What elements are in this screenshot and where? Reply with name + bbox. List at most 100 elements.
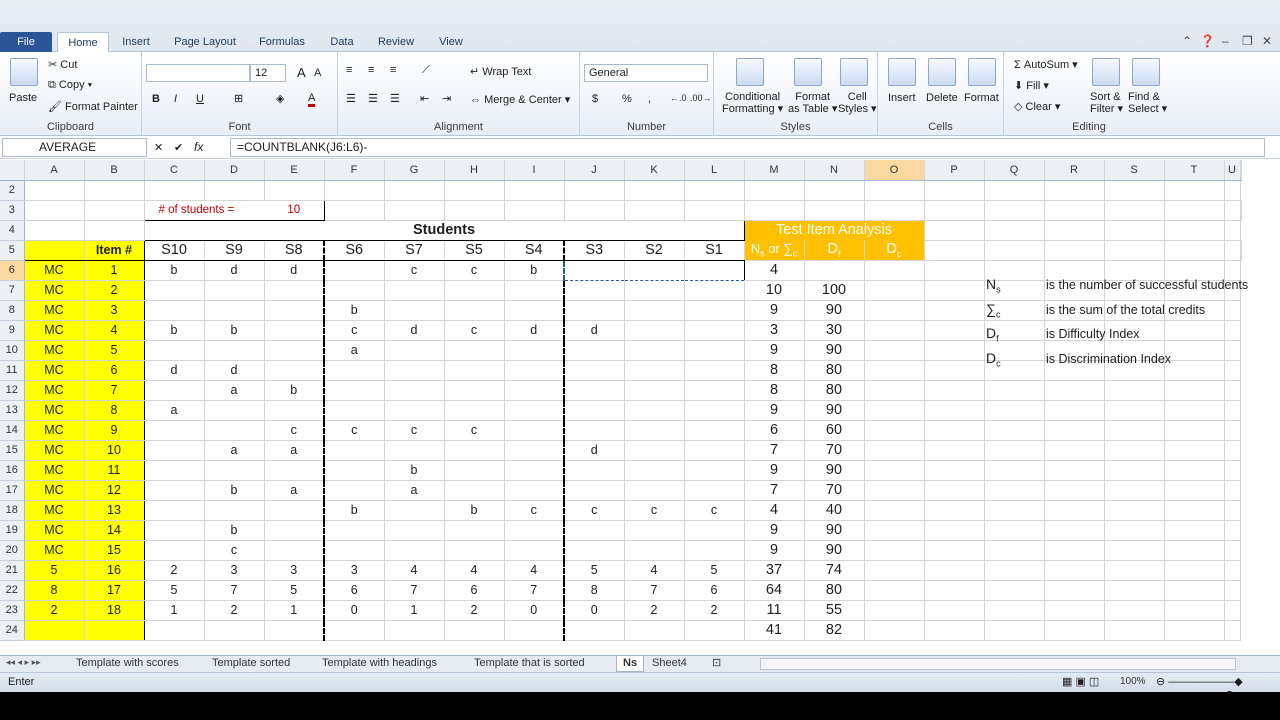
sheet-nav-icon[interactable]: ◂◂ ◂ ▸ ▸▸ <box>6 657 41 668</box>
cut-button[interactable]: ✂ Cut <box>48 58 77 71</box>
df-header[interactable]: Df <box>804 240 865 261</box>
answer-cell[interactable] <box>144 620 205 641</box>
row-header[interactable]: 24 <box>0 620 25 641</box>
answer-cell[interactable]: 1 <box>264 600 325 621</box>
answer-cell[interactable]: 7 <box>504 580 565 601</box>
format-button[interactable]: Format <box>964 92 999 104</box>
answer-cell[interactable] <box>563 480 625 501</box>
student-header-s3[interactable]: S3 <box>563 239 625 261</box>
dc-header[interactable]: Dc <box>864 240 925 261</box>
cell[interactable] <box>864 260 925 281</box>
cell[interactable] <box>1044 380 1105 401</box>
ns-value[interactable]: 9 <box>743 300 805 321</box>
answer-cell[interactable]: c <box>384 420 445 441</box>
answer-cell[interactable] <box>624 340 685 361</box>
cell[interactable] <box>984 520 1045 541</box>
answer-cell[interactable] <box>444 540 505 561</box>
column-header-t[interactable]: T <box>1164 160 1225 181</box>
row-header[interactable]: 22 <box>0 580 25 601</box>
answer-cell[interactable] <box>504 420 565 441</box>
answer-cell[interactable] <box>384 300 445 321</box>
answer-cell[interactable]: 4 <box>504 560 565 581</box>
cell[interactable] <box>924 440 985 461</box>
cell[interactable] <box>864 480 925 501</box>
answer-cell[interactable] <box>264 520 325 541</box>
cell[interactable] <box>984 400 1045 421</box>
delete-button[interactable]: Delete <box>926 92 958 104</box>
answer-cell[interactable] <box>444 520 505 541</box>
column-header-l[interactable]: L <box>684 160 745 181</box>
row-header[interactable]: 10 <box>0 340 25 361</box>
item-number-cell[interactable]: 15 <box>83 540 145 561</box>
answer-cell[interactable] <box>563 620 625 641</box>
answer-cell[interactable] <box>504 400 565 421</box>
cell[interactable] <box>1044 420 1105 441</box>
answer-cell[interactable] <box>504 280 565 301</box>
answer-cell[interactable] <box>684 280 745 301</box>
answer-cell[interactable]: b <box>323 500 385 521</box>
answer-cell[interactable] <box>624 320 685 341</box>
answer-cell[interactable]: b <box>144 260 205 281</box>
df-value[interactable] <box>804 260 865 281</box>
cell[interactable] <box>864 400 925 421</box>
answer-cell[interactable]: c <box>444 260 505 281</box>
answer-cell[interactable] <box>684 340 745 361</box>
row-header[interactable]: 5 <box>0 240 25 261</box>
row-header[interactable]: 20 <box>0 540 25 561</box>
tab-file[interactable]: File <box>0 32 52 52</box>
cell[interactable] <box>864 340 925 361</box>
cell[interactable] <box>924 500 985 521</box>
cell-styles-icon[interactable] <box>840 58 868 86</box>
answer-cell[interactable]: 6 <box>323 580 385 601</box>
find-select-icon[interactable] <box>1132 58 1160 86</box>
type-cell[interactable]: 2 <box>24 600 85 621</box>
student-header-s9[interactable]: S9 <box>204 239 265 261</box>
column-header-k[interactable]: K <box>624 160 685 181</box>
item-number-cell[interactable]: 8 <box>83 400 145 421</box>
item-number-cell[interactable]: 2 <box>83 280 145 301</box>
ns-value[interactable]: 6 <box>743 420 805 441</box>
student-header-s1[interactable]: S1 <box>684 239 745 261</box>
answer-cell[interactable] <box>684 520 745 541</box>
fill-button[interactable]: ⬇ Fill ▾ <box>1014 79 1049 92</box>
ns-value[interactable]: 4 <box>743 500 805 521</box>
cell[interactable] <box>924 520 985 541</box>
answer-cell[interactable]: d <box>563 320 625 341</box>
df-value[interactable]: 30 <box>804 320 865 341</box>
column-header-g[interactable]: G <box>384 160 445 181</box>
type-cell[interactable]: 8 <box>24 580 85 601</box>
ns-value[interactable]: 3 <box>743 320 805 341</box>
answer-cell[interactable] <box>444 340 505 361</box>
conditional-formatting-icon[interactable] <box>736 58 764 86</box>
answer-cell[interactable]: 5 <box>144 580 205 601</box>
tab-data[interactable]: Data <box>326 32 358 52</box>
cell[interactable] <box>1224 520 1241 541</box>
df-value[interactable]: 90 <box>804 540 865 561</box>
cell[interactable] <box>1044 460 1105 481</box>
answer-cell[interactable]: 3 <box>204 560 265 581</box>
answer-cell[interactable] <box>624 259 685 281</box>
cell[interactable] <box>864 500 925 521</box>
cell[interactable] <box>1044 440 1105 461</box>
column-header-e[interactable]: E <box>264 160 325 181</box>
answer-cell[interactable]: 6 <box>684 580 745 601</box>
cell[interactable] <box>1224 620 1241 641</box>
cell[interactable] <box>984 420 1045 441</box>
df-value[interactable]: 90 <box>804 300 865 321</box>
ns-value[interactable]: 11 <box>743 600 805 621</box>
answer-cell[interactable] <box>444 380 505 401</box>
align-top-icon[interactable]: ≡ <box>346 64 352 76</box>
answer-cell[interactable]: a <box>264 440 325 461</box>
cell[interactable] <box>864 380 925 401</box>
row-header[interactable]: 17 <box>0 480 25 501</box>
ns-value[interactable]: 10 <box>743 280 805 301</box>
tab-insert[interactable]: Insert <box>118 32 154 52</box>
answer-cell[interactable] <box>444 440 505 461</box>
answer-cell[interactable] <box>624 280 685 301</box>
column-header-a[interactable]: A <box>24 160 85 181</box>
cell[interactable] <box>1224 380 1241 401</box>
worksheet-grid[interactable]: ABCDEFGHIJKLMNOPQRSTU 2 3 # of students … <box>0 160 1280 655</box>
answer-cell[interactable] <box>384 400 445 421</box>
cell[interactable] <box>984 620 1045 641</box>
tab-review[interactable]: Review <box>374 32 418 52</box>
